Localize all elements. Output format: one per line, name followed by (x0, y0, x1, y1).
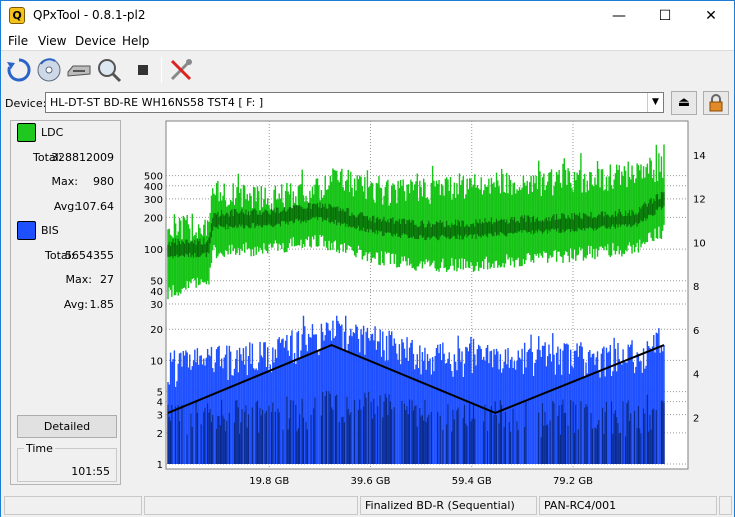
bis-avg-value: 1.85 (89, 298, 115, 311)
chevron-down-icon[interactable]: ▼ (647, 93, 663, 112)
ldc-avg-value: 107.64 (75, 200, 115, 213)
bis-max-label: Max: (65, 273, 92, 286)
bis-y-tick-label: 10 (150, 356, 163, 367)
device-label: Device: (5, 97, 47, 110)
magnify-icon[interactable] (95, 56, 123, 84)
bis-y-tick-label: 2 (157, 429, 163, 440)
x-tick-label: 19.8 GB (249, 476, 289, 487)
status-cell-5 (719, 496, 732, 515)
speed-y-tick-label: 8 (693, 282, 699, 293)
eject-icon[interactable]: ⏏ (671, 91, 697, 115)
time-group: Time 101:55 (17, 442, 117, 482)
bis-y-tick-label: 1 (157, 460, 163, 471)
minimize-button[interactable]: — (596, 1, 642, 31)
bis-avg-label: Avg: (63, 298, 88, 311)
ldc-y-tick-label: 200 (144, 213, 163, 224)
menu-help[interactable]: Help (122, 34, 149, 48)
detailed-button[interactable]: Detailed (17, 415, 117, 438)
speed-y-tick-label: 12 (693, 195, 706, 206)
ldc-y-tick-label: 30 (150, 300, 163, 311)
bis-legend-swatch (17, 221, 36, 240)
lock-icon[interactable] (703, 91, 729, 115)
tools-icon[interactable] (167, 56, 195, 84)
close-button[interactable]: ✕ (688, 1, 734, 31)
ldc-y-tick-label: 400 (144, 182, 163, 193)
stats-panel: LDC Total: 328812009 Max: 980 Avg: 107.6… (10, 120, 121, 485)
time-label: Time (24, 442, 55, 455)
status-cell-2 (144, 496, 358, 515)
device-bar: Device: HL-DT-ST BD-RE WH16NS58 TST4 [ F… (1, 89, 734, 117)
device-select-value: HL-DT-ST BD-RE WH16NS58 TST4 [ F: ] (50, 96, 264, 109)
bis-y-tick-label: 4 (157, 398, 163, 409)
menu-file[interactable]: File (8, 34, 28, 48)
time-value: 101:55 (71, 465, 110, 478)
window-title: QPxTool - 0.8.1-pl2 (33, 8, 146, 22)
bis-y-tick-label: 20 (150, 325, 163, 336)
refresh-icon[interactable] (5, 56, 33, 84)
bis-y-tick-label: 3 (157, 411, 163, 422)
speed-y-tick-label: 2 (693, 413, 699, 424)
ldc-legend-swatch (17, 123, 36, 142)
ldc-label: LDC (41, 126, 64, 139)
ldc-max-label: Max: (51, 175, 78, 188)
ldc-y-tick-label: 40 (150, 287, 163, 298)
status-bar: Finalized BD-R (Sequential) PAN-RC4/001 (1, 494, 734, 517)
bis-total-value: 5654355 (65, 249, 114, 262)
status-media-id: PAN-RC4/001 (539, 496, 717, 515)
ldc-total-value: 328812009 (51, 151, 114, 164)
toolbar-separator (161, 57, 162, 83)
toolbar (1, 52, 734, 88)
status-cell-1 (4, 496, 142, 515)
device-select[interactable]: HL-DT-ST BD-RE WH16NS58 TST4 [ F: ] ▼ (45, 92, 664, 113)
maximize-button[interactable]: ☐ (642, 1, 688, 31)
scan-chart: 5004003002001005040302010543211412108642… (144, 120, 706, 487)
menu-device[interactable]: Device (75, 34, 116, 48)
qpxtool-logo-icon: Q (9, 7, 25, 24)
title-bar: Q QPxTool - 0.8.1-pl2 — ☐ ✕ (1, 1, 734, 31)
x-tick-label: 59.4 GB (452, 476, 492, 487)
bis-max-value: 27 (100, 273, 114, 286)
ldc-y-tick-label: 300 (144, 195, 163, 206)
speed-y-tick-label: 10 (693, 238, 706, 249)
disc-scan-icon[interactable] (35, 56, 63, 84)
x-tick-label: 79.2 GB (553, 476, 593, 487)
ldc-max-value: 980 (93, 175, 114, 188)
speed-y-tick-label: 6 (693, 326, 699, 337)
bis-label: BIS (41, 224, 59, 237)
menu-bar: File View Device Help (1, 31, 734, 51)
speed-y-tick-label: 14 (693, 151, 706, 162)
status-disc-type: Finalized BD-R (Sequential) (360, 496, 537, 515)
drive-icon[interactable] (65, 56, 93, 84)
x-tick-label: 39.6 GB (350, 476, 390, 487)
ldc-y-tick-label: 100 (144, 245, 163, 256)
menu-view[interactable]: View (38, 34, 66, 48)
stop-icon[interactable] (129, 56, 157, 84)
ldc-avg-label: Avg: (53, 200, 78, 213)
app-window: Q QPxTool - 0.8.1-pl2 — ☐ ✕ File View De… (0, 0, 735, 517)
speed-y-tick-label: 4 (693, 370, 699, 381)
